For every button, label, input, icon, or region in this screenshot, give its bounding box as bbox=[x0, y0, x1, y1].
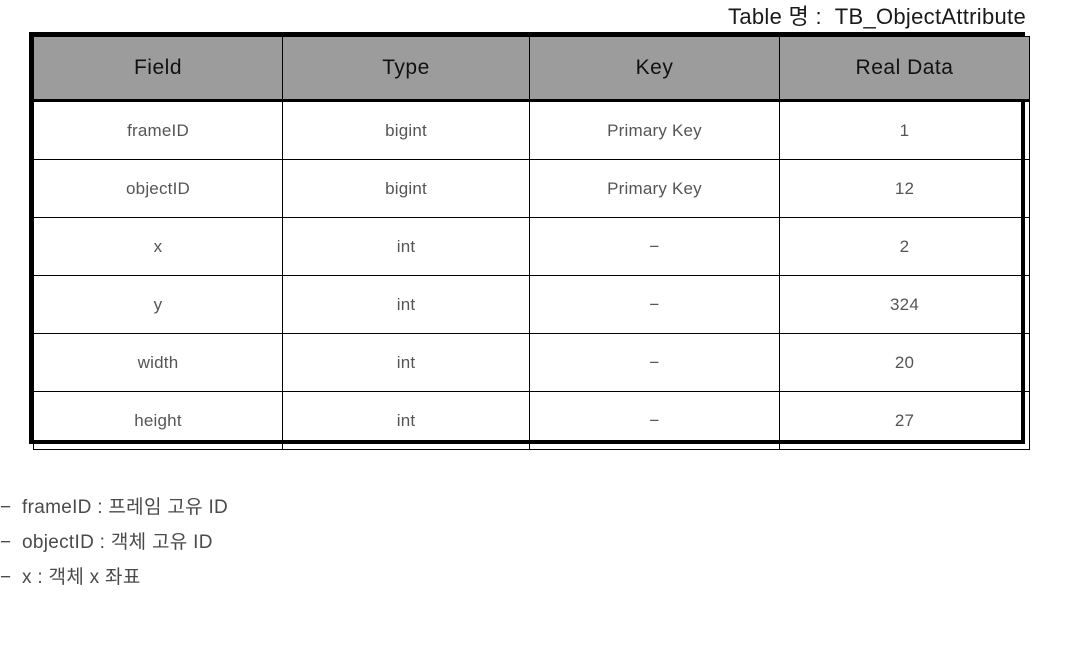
list-item: − frameID : 프레임 고유 ID bbox=[0, 492, 600, 527]
cell-field: width bbox=[33, 333, 283, 392]
field-description-list: − frameID : 프레임 고유 ID − objectID : 객체 고유… bbox=[0, 492, 600, 597]
cell-key: Primary Key bbox=[529, 100, 780, 160]
table-row: frameID bigint Primary Key 1 bbox=[33, 100, 1030, 160]
bullet-dash-icon: − bbox=[0, 567, 12, 588]
column-header-type: Type bbox=[282, 36, 530, 102]
cell-real-data: 27 bbox=[779, 391, 1030, 450]
bullet-dash-icon: − bbox=[0, 497, 12, 518]
column-header-key: Key bbox=[529, 36, 780, 102]
cell-real-data: 20 bbox=[779, 333, 1030, 392]
cell-field: x bbox=[33, 217, 283, 276]
table-body: frameID bigint Primary Key 1 objectID bi… bbox=[33, 100, 1030, 450]
schema-table-container: Field Type Key Real Data frameID bigint … bbox=[29, 32, 1030, 450]
cell-field: y bbox=[33, 275, 283, 334]
cell-real-data: 324 bbox=[779, 275, 1030, 334]
table-title-bar: Table 명 : TB_ObjectAttribute bbox=[0, 0, 1026, 30]
cell-field: objectID bbox=[33, 159, 283, 218]
list-item-label: x : 객체 x 좌표 bbox=[22, 567, 141, 588]
cell-key: − bbox=[529, 391, 780, 450]
table-row: y int − 324 bbox=[33, 275, 1030, 334]
cell-key: Primary Key bbox=[529, 159, 780, 218]
cell-key: − bbox=[529, 275, 780, 334]
table-row: height int − 27 bbox=[33, 391, 1030, 450]
table-header-row: Field Type Key Real Data bbox=[33, 36, 1030, 102]
list-item: − x : 객체 x 좌표 bbox=[0, 562, 600, 597]
cell-field: frameID bbox=[33, 100, 283, 160]
list-item-label: frameID : 프레임 고유 ID bbox=[22, 497, 229, 518]
table-row: objectID bigint Primary Key 12 bbox=[33, 159, 1030, 218]
cell-real-data: 1 bbox=[779, 100, 1030, 160]
cell-field: height bbox=[33, 391, 283, 450]
cell-real-data: 12 bbox=[779, 159, 1030, 218]
bullet-dash-icon: − bbox=[0, 532, 12, 553]
list-item-label: objectID : 객체 고유 ID bbox=[22, 532, 213, 553]
table-row: width int − 20 bbox=[33, 333, 1030, 392]
cell-real-data: 2 bbox=[779, 217, 1030, 276]
cell-key: − bbox=[529, 333, 780, 392]
column-header-field: Field bbox=[33, 36, 283, 102]
schema-table: Field Type Key Real Data frameID bigint … bbox=[33, 36, 1030, 450]
list-item: − objectID : 객체 고유 ID bbox=[0, 527, 600, 562]
cell-type: int bbox=[282, 391, 530, 450]
table-row: x int − 2 bbox=[33, 217, 1030, 276]
cell-key: − bbox=[529, 217, 780, 276]
cell-type: int bbox=[282, 217, 530, 276]
cell-type: int bbox=[282, 275, 530, 334]
page-title: Table 명 : TB_ObjectAttribute bbox=[728, 4, 1026, 29]
cell-type: bigint bbox=[282, 159, 530, 218]
cell-type: bigint bbox=[282, 100, 530, 160]
column-header-real-data: Real Data bbox=[779, 36, 1030, 102]
table-header: Field Type Key Real Data bbox=[33, 36, 1030, 102]
cell-type: int bbox=[282, 333, 530, 392]
